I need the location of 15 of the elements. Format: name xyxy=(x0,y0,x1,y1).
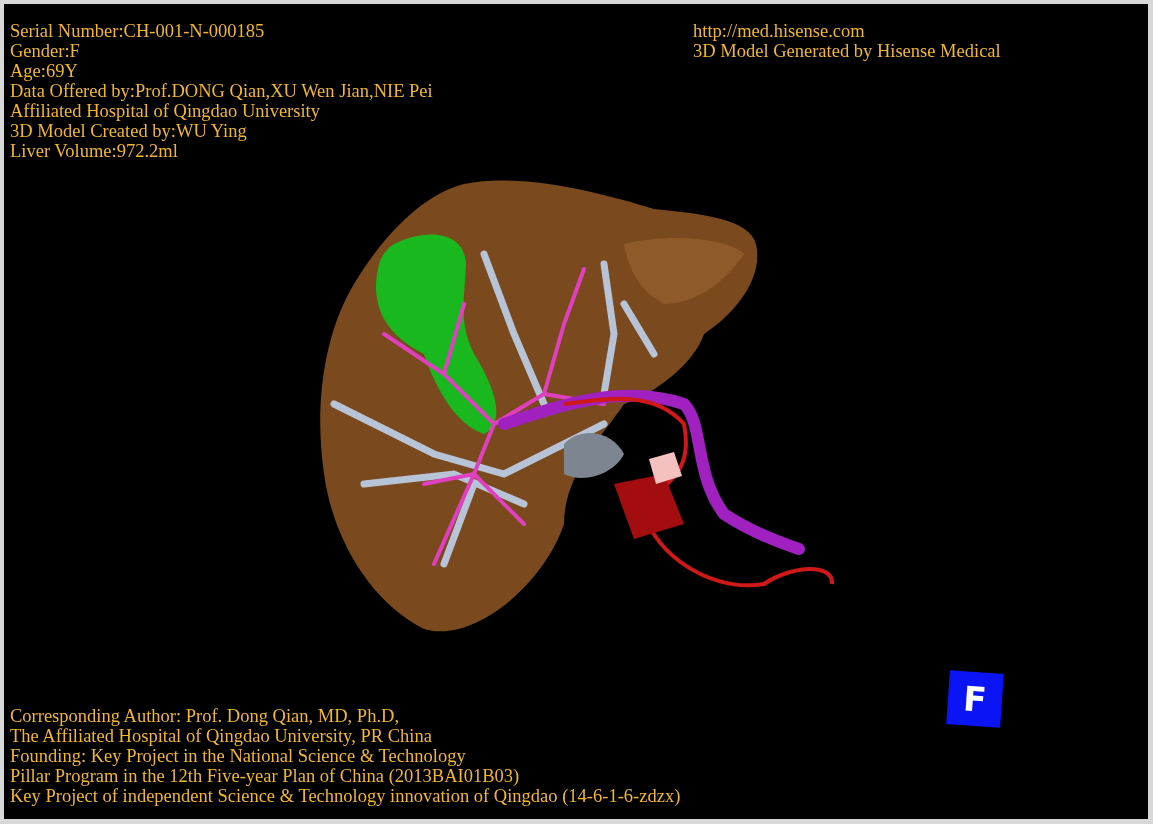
info-line: Affiliated Hospital of Qingdao University xyxy=(10,101,321,121)
info-line: Liver Volume:972.2ml xyxy=(10,141,179,161)
info-line: http://med.hisense.com xyxy=(693,21,866,41)
credit-line: The Affiliated Hospital of Qingdao University, PR China xyxy=(10,726,433,746)
credit-line: Corresponding Author: Prof. Dong Qian, MD, Ph.D, xyxy=(10,706,400,726)
info-line: Gender:F xyxy=(10,41,81,61)
credit-line: Pillar Program in the 12th Five-year Plan of China (2013BAI01B03) xyxy=(10,766,521,786)
info-line: Age:69Y xyxy=(10,61,79,81)
orientation-cube[interactable]: F xyxy=(946,670,1004,728)
info-line: Data Offered by:Prof.DONG Qian,XU Wen Jian,NIE Pei xyxy=(10,81,434,101)
info-line: 3D Model Created by:WU Ying xyxy=(10,121,248,141)
info-line: 3D Model Generated by Hisense Medical xyxy=(693,41,1002,61)
credit-line: Key Project of independent Science & Technology innovation of Qingdao (14-6-1-6-zdzx) xyxy=(10,786,682,806)
info-line: Serial Number:CH-001-N-000185 xyxy=(10,21,266,41)
credit-line: Founding: Key Project in the National Science & Technology xyxy=(10,746,467,766)
